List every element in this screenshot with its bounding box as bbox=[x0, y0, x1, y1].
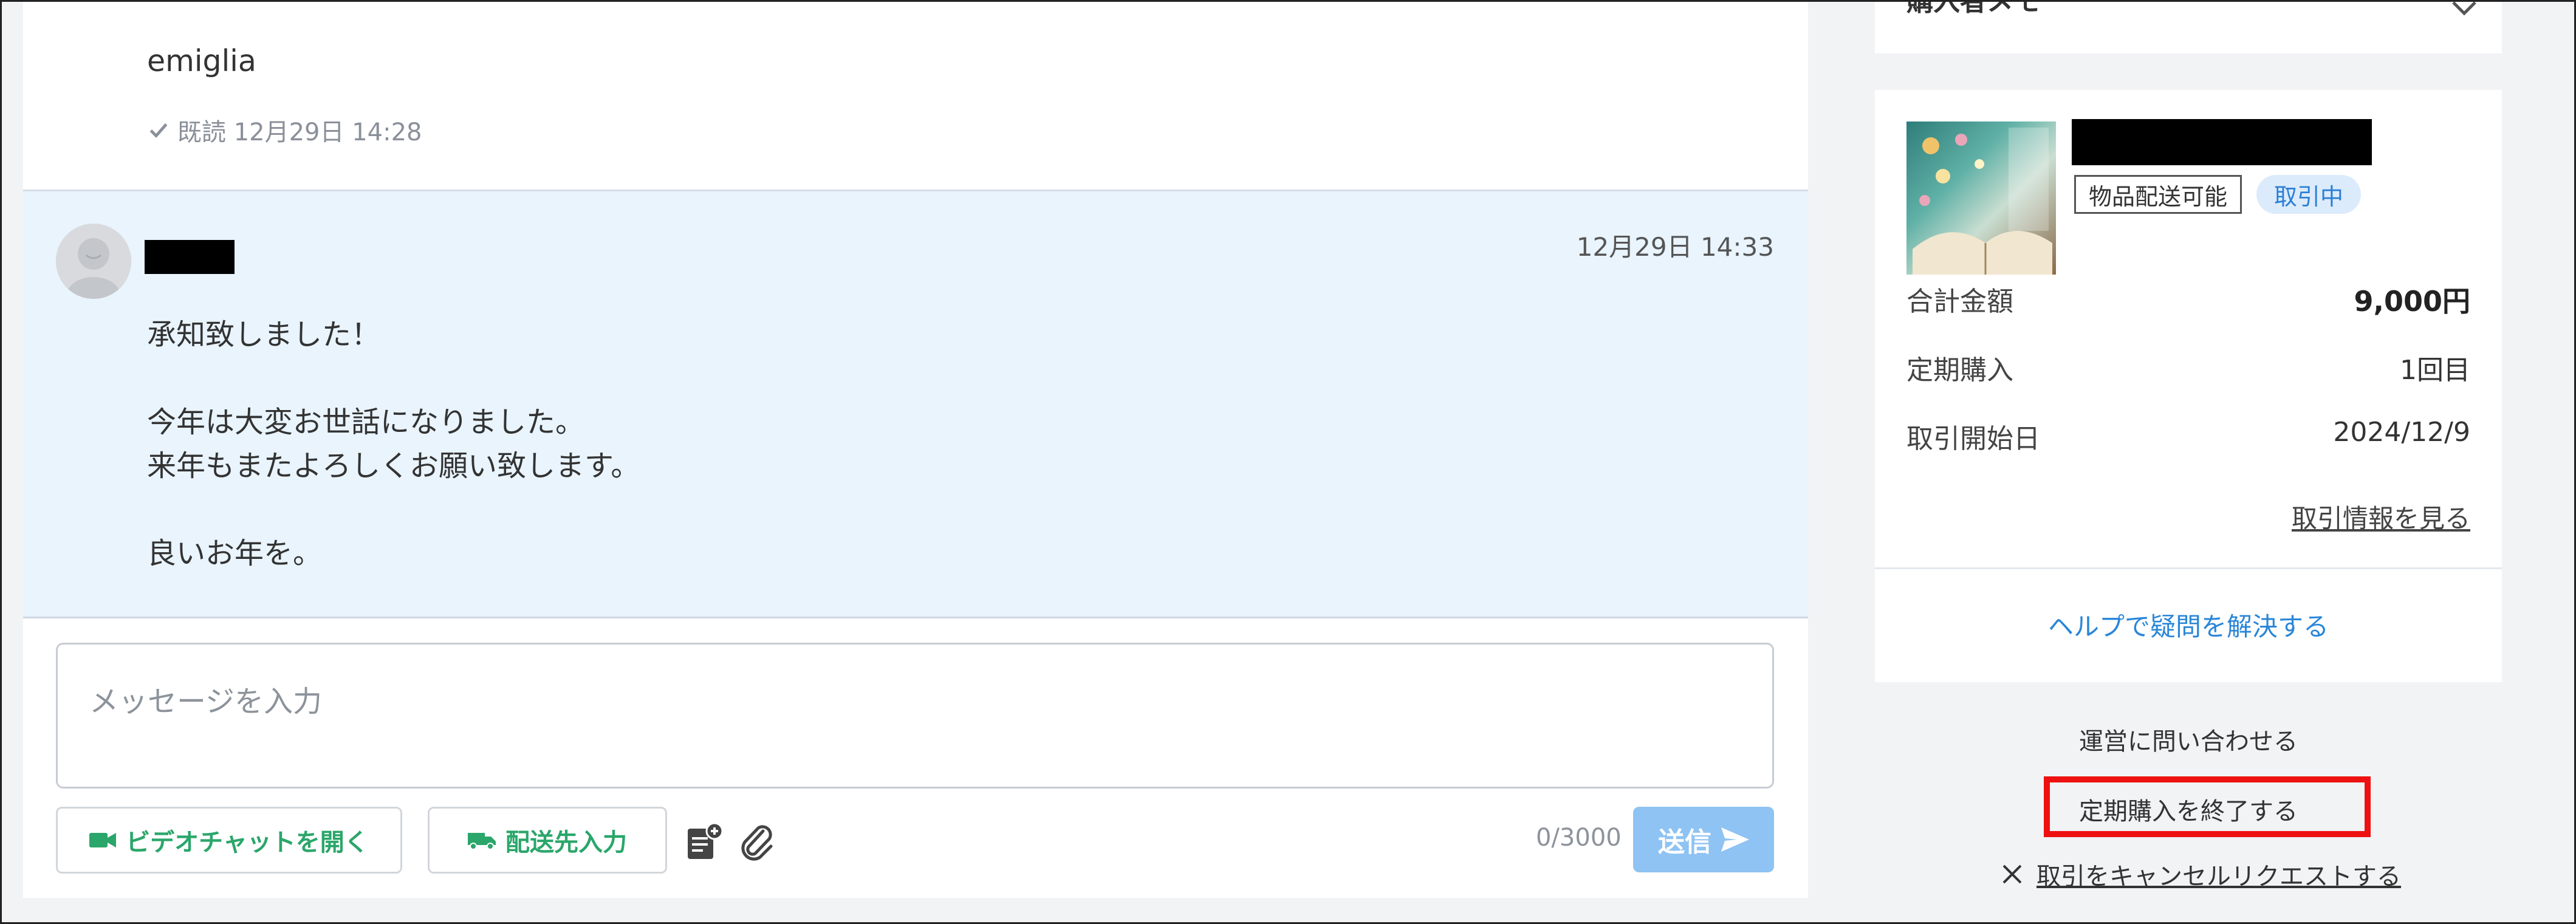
message-line bbox=[147, 488, 640, 532]
subscription-row: 定期購入 1回目 bbox=[1906, 348, 2502, 387]
avatar bbox=[56, 224, 131, 299]
help-link[interactable]: ヘルプで疑問を解決する bbox=[1875, 606, 2502, 643]
message-time: 12月29日 14:33 bbox=[1576, 232, 1774, 262]
chat-message: 12月29日 14:33 承知致しました！ 今年は大変お世話になりました。 来年… bbox=[23, 191, 1808, 618]
status-badge: 取引中 bbox=[2256, 175, 2361, 214]
message-input[interactable]: メッセージを入力 bbox=[56, 643, 1774, 789]
book-cover-image bbox=[1913, 128, 2052, 275]
shipping-address-button[interactable]: 配送先入力 bbox=[428, 807, 667, 874]
check-icon bbox=[149, 123, 168, 138]
message-body: 承知致しました！ 今年は大変お世話になりました。 来年もまたよろしくお願い致しま… bbox=[147, 313, 640, 575]
send-label: 送信 bbox=[1658, 827, 1711, 858]
contact-support-link[interactable]: 運営に問い合わせる bbox=[1875, 722, 2502, 757]
send-button[interactable]: 送信 bbox=[1633, 807, 1774, 872]
product-thumbnail[interactable] bbox=[1906, 121, 2056, 275]
attach-file-icon[interactable] bbox=[738, 823, 778, 863]
buyer-memo-label: 購入者メモ bbox=[1906, 0, 2040, 17]
chevron-down-icon bbox=[2452, 1, 2476, 16]
redacted-username bbox=[145, 240, 235, 274]
message-line: 良いお年を。 bbox=[147, 536, 323, 570]
add-template-icon[interactable] bbox=[684, 823, 724, 863]
order-card: 物品配送可能 取引中 合計金額 9,000円 定期購入 1回目 取引開始日 20… bbox=[1875, 90, 2502, 682]
start-date-label: 取引開始日 bbox=[1906, 423, 2040, 454]
redacted-product-title bbox=[2072, 119, 2372, 165]
open-video-chat-label: ビデオチャットを開く bbox=[126, 829, 369, 857]
message-line bbox=[147, 357, 640, 400]
subscription-value: 1回目 bbox=[2400, 355, 2470, 386]
previous-message-text: emiglia bbox=[147, 44, 256, 78]
message-composer: メッセージを入力 ビデオチャットを開く 配送先入力 0/3000 送信 bbox=[23, 618, 1808, 898]
subscription-label: 定期購入 bbox=[1906, 355, 2013, 386]
read-receipt: 既読 12月29日 14:28 bbox=[147, 112, 422, 148]
truck-icon bbox=[468, 833, 496, 850]
cancel-request-label: 取引をキャンセルリクエストする bbox=[2036, 863, 2401, 891]
start-date-value: 2024/12/9 bbox=[2333, 417, 2470, 448]
close-icon bbox=[2002, 864, 2022, 884]
highlight-box bbox=[2044, 776, 2371, 837]
shipping-available-tag: 物品配送可能 bbox=[2074, 175, 2242, 214]
total-amount-label: 合計金額 bbox=[1906, 286, 2013, 317]
shipping-address-label: 配送先入力 bbox=[505, 829, 627, 857]
view-transaction-info-link[interactable]: 取引情報を見る bbox=[2292, 498, 2470, 535]
message-line: 今年は大変お世話になりました。 bbox=[147, 405, 585, 439]
total-amount-value: 9,000円 bbox=[2354, 285, 2470, 318]
avatar-icon bbox=[56, 224, 131, 299]
chat-panel: emiglia 既読 12月29日 14:28 12月29日 14:33 承知致… bbox=[23, 0, 1808, 898]
start-date-row: 取引開始日 2024/12/9 bbox=[1906, 417, 2502, 456]
read-status-text: 既読 12月29日 14:28 bbox=[177, 118, 422, 146]
divider bbox=[1875, 567, 2502, 569]
send-arrow-icon bbox=[1721, 827, 1749, 852]
character-counter: 0/3000 bbox=[1536, 824, 1622, 852]
previous-message: emiglia 既読 12月29日 14:28 bbox=[23, 0, 1808, 191]
message-line: 来年もまたよろしくお願い致します。 bbox=[147, 449, 640, 483]
video-camera-icon bbox=[89, 833, 117, 847]
open-video-chat-button[interactable]: ビデオチャットを開く bbox=[56, 807, 402, 874]
message-line: 承知致しました！ bbox=[147, 318, 381, 352]
total-amount-row: 合計金額 9,000円 bbox=[1906, 279, 2502, 318]
buyer-memo-card[interactable]: 購入者メモ bbox=[1875, 0, 2502, 53]
cancel-request-link[interactable]: 取引をキャンセルリクエストする bbox=[2000, 857, 2401, 892]
